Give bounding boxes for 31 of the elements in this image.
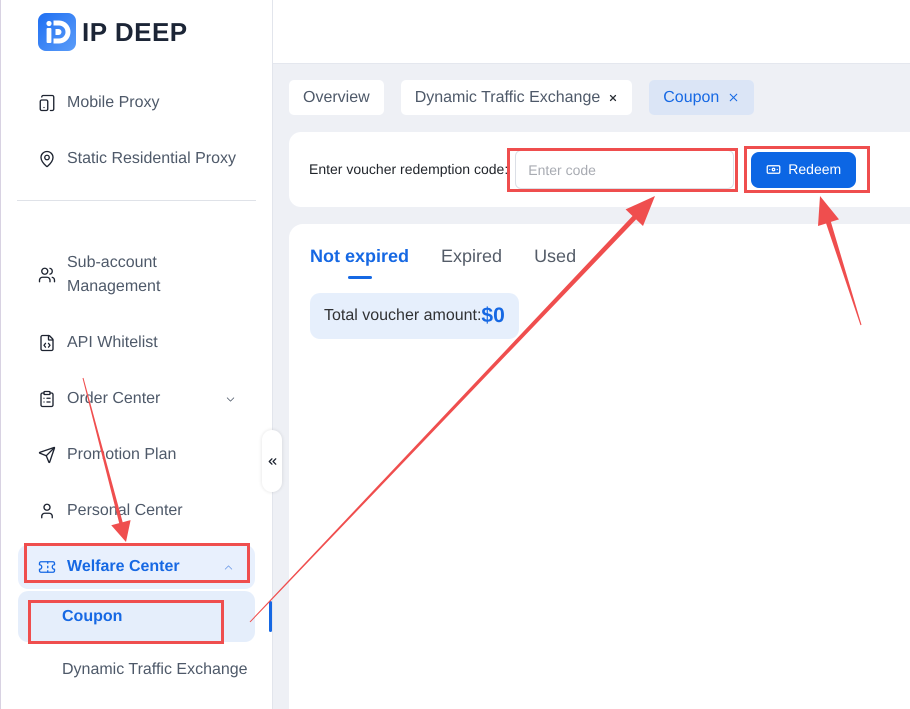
code-input[interactable]: Enter code — [515, 150, 734, 189]
map-pin-icon — [38, 150, 56, 168]
active-indicator — [269, 601, 272, 632]
voucher-tab[interactable]: Used — [534, 245, 576, 267]
users-icon — [38, 266, 56, 284]
page-tab[interactable]: Dynamic Traffic Exchange — [400, 80, 632, 115]
logo-icon — [38, 13, 76, 51]
brand-name: IP DEEP — [82, 16, 188, 48]
file-code-icon — [38, 334, 56, 352]
redeem-label: Enter voucher redemption code: — [309, 160, 508, 179]
sidebar-item[interactable]: Sub-account Management — [1, 235, 258, 315]
devices-icon — [38, 94, 56, 112]
summary-label: Total voucher amount: — [324, 306, 482, 326]
voucher-tab[interactable]: Expired — [441, 245, 502, 267]
submenu-item[interactable]: Dynamic Traffic Exchange — [1, 642, 258, 698]
user-icon — [38, 502, 56, 520]
sidebar-item[interactable]: Mobile Proxy — [1, 75, 258, 131]
send-icon — [38, 446, 56, 464]
clipboard-icon — [38, 390, 56, 408]
sidebar-item[interactable]: API Whitelist — [1, 315, 258, 371]
submenu-item[interactable]: Coupon — [18, 591, 255, 642]
ticket-icon — [38, 558, 56, 576]
page-tab[interactable]: Overview — [289, 80, 384, 115]
tab-underline — [348, 276, 372, 279]
page-tab[interactable]: Coupon — [649, 80, 754, 115]
redeem-button[interactable]: Redeem — [751, 152, 856, 188]
sidebar-item[interactable]: Static Residential Proxy — [1, 131, 258, 187]
summary-value: $0 — [481, 303, 505, 330]
banknote-icon — [766, 162, 782, 177]
close-icon[interactable] — [608, 92, 618, 102]
voucher-tab[interactable]: Not expired — [310, 245, 410, 279]
